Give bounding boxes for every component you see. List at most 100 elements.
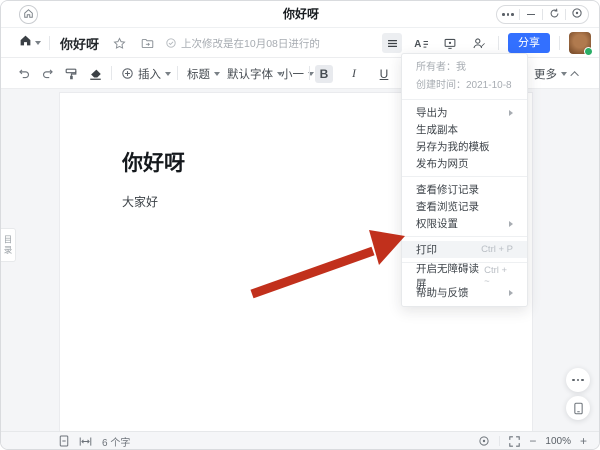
toc-tab[interactable]: 目录 — [1, 228, 16, 262]
zoom-level[interactable]: 100% — [545, 436, 571, 447]
bold-button[interactable]: B — [315, 58, 333, 89]
menu-item-export[interactable]: 导出为 — [402, 104, 527, 121]
plus-circle-icon — [122, 68, 133, 79]
star-icon — [112, 36, 126, 49]
zoom-in-button[interactable]: + — [580, 434, 587, 448]
submenu-arrow-icon — [509, 109, 513, 116]
heading-select[interactable]: 标题 — [187, 58, 220, 89]
menu-item-label: 查看修订记录 — [416, 184, 479, 196]
menu-created: 创建时间：2021-10-8 — [416, 80, 512, 91]
expand-icon — [509, 435, 521, 447]
hamburger-icon — [387, 39, 397, 47]
divider — [111, 66, 112, 80]
insert-button[interactable]: 插入 — [121, 58, 171, 89]
window-refresh-button[interactable] — [543, 5, 565, 24]
phone-icon — [573, 402, 583, 414]
status-bar: 6 个字 − 100% + — [1, 431, 599, 449]
locate-button[interactable] — [478, 435, 490, 447]
minimize-icon — [527, 13, 535, 16]
page-view-button[interactable] — [59, 435, 69, 447]
menu-divider — [402, 236, 527, 237]
menu-item-label: 导出为 — [416, 107, 448, 119]
share-button[interactable]: 分享 — [508, 33, 550, 53]
mobile-view-button[interactable] — [566, 396, 590, 420]
last-modified-text: 上次修改是在10月08日进行的 — [181, 37, 320, 50]
file-menu-button[interactable] — [382, 33, 402, 53]
menu-divider — [402, 176, 527, 177]
present-button[interactable] — [440, 33, 460, 53]
menu-item-view-history[interactable]: 查看浏览记录 — [402, 198, 527, 215]
eraser-icon — [90, 69, 101, 80]
menu-item-screen-reader[interactable]: 开启无障碍读屏 Ctrl + ~ — [402, 263, 527, 290]
window-minimize-button[interactable] — [520, 5, 542, 24]
zoom-out-button[interactable]: − — [529, 434, 536, 448]
chevron-up-icon — [570, 70, 579, 80]
redo-icon — [43, 69, 53, 79]
menu-item-revision-history[interactable]: 查看修订记录 — [402, 181, 527, 198]
avatar[interactable] — [569, 32, 593, 56]
outline-view-button[interactable]: A — [411, 33, 431, 53]
file-dropdown-menu: 所有者：我 创建时间：2021-10-8 导出为 生成副本 另存为我的模板 发布… — [401, 53, 528, 307]
menu-item-label: 发布为网页 — [416, 158, 469, 170]
chevron-down-icon — [165, 71, 171, 76]
chevron-down-icon — [214, 71, 220, 76]
menu-item-label: 权限设置 — [416, 218, 458, 230]
menu-item-publish-webpage[interactable]: 发布为网页 — [402, 155, 527, 172]
menu-item-label: 打印 — [416, 244, 437, 256]
divider — [177, 66, 178, 80]
redo-button[interactable] — [41, 58, 55, 89]
menu-owner: 所有者：我 — [416, 62, 466, 73]
word-count: 6 个字 — [102, 437, 131, 449]
menu-item-save-as-template[interactable]: 另存为我的模板 — [402, 138, 527, 155]
menu-item-label: 另存为我的模板 — [416, 141, 490, 153]
folder-move-icon — [141, 38, 153, 48]
collapse-toolbar-button[interactable] — [570, 58, 579, 89]
window-target-button[interactable] — [566, 5, 588, 24]
monitor-icon — [444, 38, 456, 49]
more-tools-button[interactable]: 更多 — [534, 58, 567, 89]
format-painter-button[interactable] — [64, 58, 78, 89]
menu-item-permissions[interactable]: 权限设置 — [402, 215, 527, 232]
wechat-badge-icon — [584, 47, 593, 56]
submenu-arrow-icon — [509, 289, 513, 296]
menu-item-print[interactable]: 打印 Ctrl + P — [402, 241, 527, 258]
font-label: 默认字体 — [227, 68, 273, 81]
window-controls — [496, 5, 589, 24]
font-select[interactable]: 默认字体 — [227, 58, 283, 89]
font-size-label: 小一 — [281, 68, 304, 81]
menu-item-label: 查看浏览记录 — [416, 201, 479, 213]
app-window: 你好呀 你好呀 上次修改是在10月08日进行的 A 分享 插入 标题 默认字体 … — [0, 0, 600, 450]
titlebar: 你好呀 — [1, 1, 599, 28]
italic-button[interactable]: I — [345, 58, 363, 89]
svg-text:A: A — [414, 39, 421, 50]
person-edit-icon — [473, 37, 485, 48]
target-icon — [571, 6, 583, 24]
collaborate-button[interactable] — [469, 33, 489, 53]
refresh-icon — [549, 6, 560, 24]
star-button[interactable] — [109, 33, 129, 53]
home-menu-button[interactable] — [19, 33, 41, 53]
toc-label: 目录 — [3, 234, 13, 256]
underline-button[interactable]: U — [375, 58, 393, 89]
more-label: 更多 — [534, 68, 557, 81]
menu-divider — [402, 99, 527, 100]
menu-item-help-feedback[interactable]: 帮助与反馈 — [402, 284, 527, 301]
fit-width-icon — [79, 436, 92, 446]
fit-width-button[interactable] — [79, 436, 92, 447]
floating-more-button[interactable] — [566, 368, 590, 392]
insert-label: 插入 — [138, 68, 161, 81]
fullscreen-button[interactable] — [509, 435, 521, 447]
menu-item-label: 帮助与反馈 — [416, 287, 469, 299]
target-icon — [479, 436, 490, 446]
chevron-down-icon — [561, 71, 567, 76]
clear-format-button[interactable] — [88, 58, 103, 89]
save-status: 上次修改是在10月08日进行的 — [165, 36, 320, 51]
menu-item-make-copy[interactable]: 生成副本 — [402, 121, 527, 138]
more-icon — [502, 13, 514, 16]
undo-button[interactable] — [17, 58, 31, 89]
window-more-button[interactable] — [497, 5, 519, 24]
doc-title: 你好呀 — [60, 36, 100, 52]
check-circle-icon — [166, 38, 176, 48]
menu-item-label: 生成副本 — [416, 124, 458, 136]
move-to-folder-button[interactable] — [137, 33, 157, 53]
